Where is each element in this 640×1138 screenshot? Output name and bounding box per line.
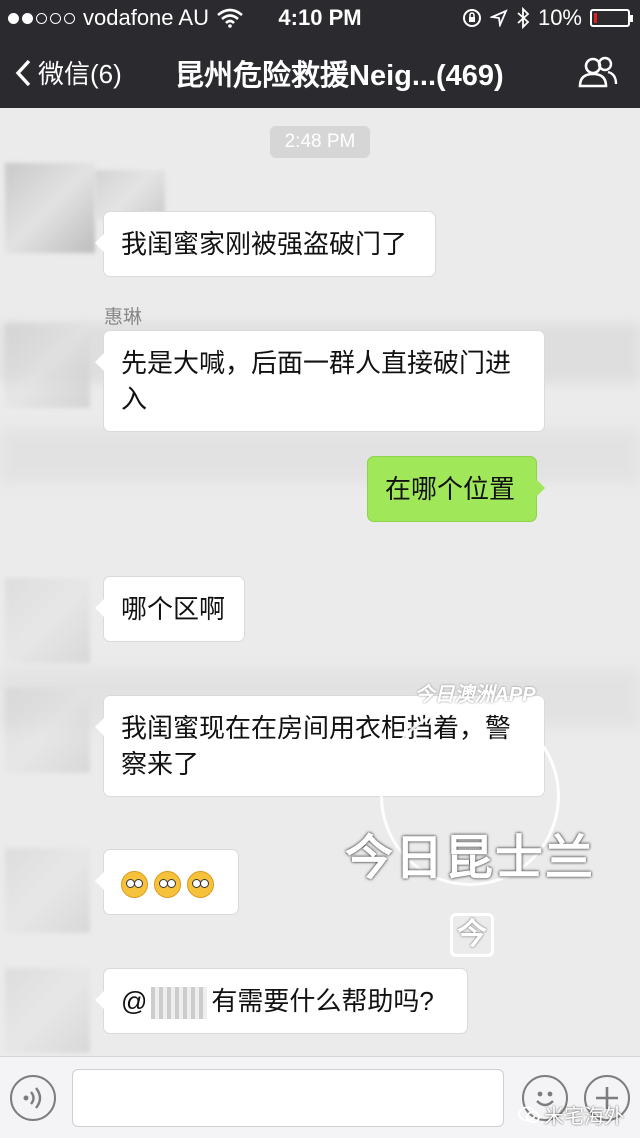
shocked-emoji-icon: [187, 870, 214, 898]
shocked-emoji-icon: [154, 870, 181, 898]
my-message-bubble[interactable]: 在哪个位置: [367, 456, 545, 522]
avatar[interactable]: [5, 578, 90, 663]
status-right: 10%: [462, 5, 633, 31]
rotation-lock-icon: [462, 9, 481, 27]
blurred-content: [0, 428, 640, 483]
message-bubble[interactable]: 哪个区啊: [95, 576, 245, 642]
message-input[interactable]: [72, 1069, 504, 1127]
battery-icon: [590, 9, 633, 27]
message-bubble[interactable]: 我闺蜜家刚被强盗破门了: [95, 211, 436, 277]
avatar[interactable]: [5, 163, 95, 253]
avatar[interactable]: [5, 968, 90, 1053]
message-text: 在哪个位置: [385, 474, 516, 504]
location-icon: [489, 9, 508, 27]
message-text: 先是大喊，后面一群人直接破门进入: [121, 348, 512, 414]
voice-button[interactable]: [10, 1075, 56, 1121]
status-bar: vodafone AU 4:10 PM 10%: [0, 0, 640, 36]
wechat-logo-icon: [518, 1106, 540, 1123]
chat-area[interactable]: 2:48 PM 我闺蜜家刚被强盗破门了 惠琳 先是大喊，后面一群人直接破门进入 …: [0, 108, 640, 1056]
back-label: 微信(6): [38, 59, 122, 89]
back-button[interactable]: 微信(6): [14, 54, 122, 91]
message-text: 我闺蜜家刚被强盗破门了: [121, 229, 408, 259]
chat-title: 昆州危险救援Neig...(469): [175, 60, 504, 92]
bluetooth-icon: [517, 7, 530, 29]
nav-bar: 微信(6) 昆州危险救援Neig...(469): [0, 36, 640, 108]
brand-text: 米宅海外: [544, 1106, 624, 1128]
message-bubble[interactable]: @ 有需要什么帮助吗?: [95, 968, 468, 1035]
mention-name-blurred: [151, 987, 208, 1020]
shocked-emoji-icon: [121, 870, 148, 898]
message-bubble[interactable]: 先是大喊，后面一群人直接破门进入: [95, 330, 545, 432]
message-bubble[interactable]: [95, 849, 239, 915]
message-text: 有需要什么帮助吗?: [211, 986, 434, 1016]
avatar[interactable]: [5, 688, 90, 773]
mention-prefix: @: [121, 986, 148, 1016]
avatar[interactable]: [5, 848, 90, 933]
sender-name: 惠琳: [104, 307, 143, 328]
people-icon: [578, 56, 618, 88]
message-text: 哪个区啊: [121, 594, 226, 624]
avatar[interactable]: [5, 323, 90, 408]
chat-timestamp: 2:48 PM: [270, 126, 370, 158]
message-bubble[interactable]: 我闺蜜现在在房间用衣柜挡着，警察来了: [95, 695, 545, 797]
battery-fill: [594, 13, 597, 23]
voice-icon: [23, 1087, 42, 1109]
message-text: 我闺蜜现在在房间用衣柜挡着，警察来了: [121, 713, 512, 779]
brand-watermark: 米宅海外: [518, 1100, 624, 1129]
battery-percent: 10%: [537, 5, 582, 30]
group-members-button[interactable]: [578, 56, 618, 93]
chevron-left-icon: [15, 59, 31, 86]
